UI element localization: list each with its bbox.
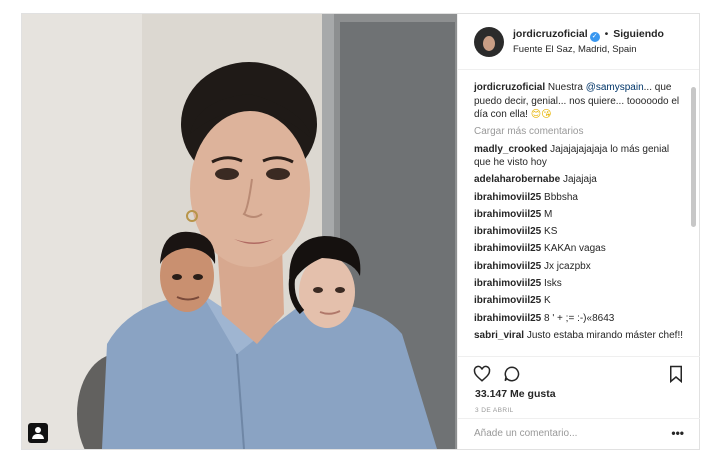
comment-text: Bbbsha (544, 191, 578, 203)
post-header: jordicruzoficial ✓ • Siguiendo Fuente El … (458, 14, 699, 70)
comment-item: ibrahimoviil25 Jx jcazpbx (474, 260, 684, 274)
bookmark-icon[interactable] (667, 365, 685, 383)
comment-item: ibrahimoviil25 KAKAn vagas (474, 242, 684, 256)
caption-text-before: Nuestra (545, 82, 586, 93)
comment-item: ibrahimoviil25 K (474, 294, 684, 308)
load-more-comments-button[interactable]: Cargar más comentarios (474, 126, 684, 137)
heart-icon[interactable] (473, 365, 491, 383)
comment-username[interactable]: ibrahimoviil25 (474, 295, 541, 306)
comment-item: ibrahimoviil25 Bbbsha (474, 191, 684, 205)
comment-username[interactable]: sabri_viral (474, 330, 524, 341)
comment-text: KS (544, 226, 558, 238)
comment-text: K (544, 295, 551, 307)
header-user-line: jordicruzoficial ✓ • Siguiendo (513, 28, 664, 42)
comment-item: ibrahimoviil25 Isks (474, 277, 684, 291)
following-button[interactable]: Siguiendo (613, 28, 664, 40)
post-photo[interactable] (22, 14, 457, 449)
comment-username[interactable]: adelaharobernabe (474, 174, 560, 185)
likes-count[interactable]: 33.147 Me gusta (475, 388, 556, 400)
comment-item: sabri_viral Justo estaba mirando máster … (474, 329, 684, 343)
comment-item: ibrahimoviil25 8 ' + ;= :-)«8643 (474, 312, 684, 326)
header-username[interactable]: jordicruzoficial (513, 28, 588, 40)
post-date: 3 DE ABRIL (475, 407, 514, 414)
comment-username[interactable]: ibrahimoviil25 (474, 226, 541, 237)
comments-list[interactable]: jordicruzoficial Nuestra @samyspain... q… (458, 71, 700, 356)
avatar[interactable] (474, 27, 504, 57)
comment-username[interactable]: ibrahimoviil25 (474, 209, 541, 220)
comment-text: Isks (544, 278, 562, 290)
verified-badge-icon: ✓ (589, 32, 600, 42)
caption-username[interactable]: jordicruzoficial (474, 82, 545, 93)
comment-username[interactable]: ibrahimoviil25 (474, 313, 541, 324)
instagram-post-card: jordicruzoficial ✓ • Siguiendo Fuente El … (21, 13, 700, 450)
comment-username[interactable]: ibrahimoviil25 (474, 192, 541, 203)
header-separator: • (604, 28, 609, 40)
comment-username[interactable]: ibrahimoviil25 (474, 243, 541, 254)
comment-username[interactable]: madly_crooked (474, 144, 547, 155)
comment-text: M (544, 208, 553, 220)
comment-bubble-icon[interactable] (503, 365, 521, 383)
user-tag-icon[interactable] (28, 423, 48, 443)
comment-text: Jx jcazpbx (544, 260, 591, 272)
comment-item: ibrahimoviil25 M (474, 208, 684, 222)
comment-text: Justo estaba mirando máster chef!! (526, 329, 684, 341)
post-photo-image (22, 14, 457, 449)
post-caption: jordicruzoficial Nuestra @samyspain... q… (474, 81, 684, 122)
add-comment-input[interactable] (474, 428, 654, 439)
action-bar (458, 356, 700, 386)
comment-container: madly_crooked Jajajajajajaja lo más geni… (474, 143, 684, 343)
comment-text: 8 ' + ;= :-)«8643 (544, 312, 615, 324)
comment-item: ibrahimoviil25 KS (474, 225, 684, 239)
comment-text: Jajajaja (562, 174, 597, 186)
comment-username[interactable]: ibrahimoviil25 (474, 261, 541, 272)
more-options-icon[interactable]: ••• (671, 426, 684, 440)
caption-mention-link[interactable]: @samyspain (586, 82, 644, 93)
location-link[interactable]: Fuente El Saz, Madrid, Spain (513, 44, 637, 55)
comment-item: madly_crooked Jajajajajajaja lo más geni… (474, 143, 684, 170)
comment-item: adelaharobernabe Jajajaja (474, 173, 684, 187)
add-comment-bar: ••• (458, 418, 700, 449)
caption-emoji: 😊😘 (530, 109, 552, 120)
post-side-panel: jordicruzoficial ✓ • Siguiendo Fuente El … (457, 14, 700, 449)
comment-username[interactable]: ibrahimoviil25 (474, 278, 541, 289)
comment-text: KAKAn vagas (544, 243, 606, 255)
comments-scrollbar[interactable] (691, 87, 696, 227)
